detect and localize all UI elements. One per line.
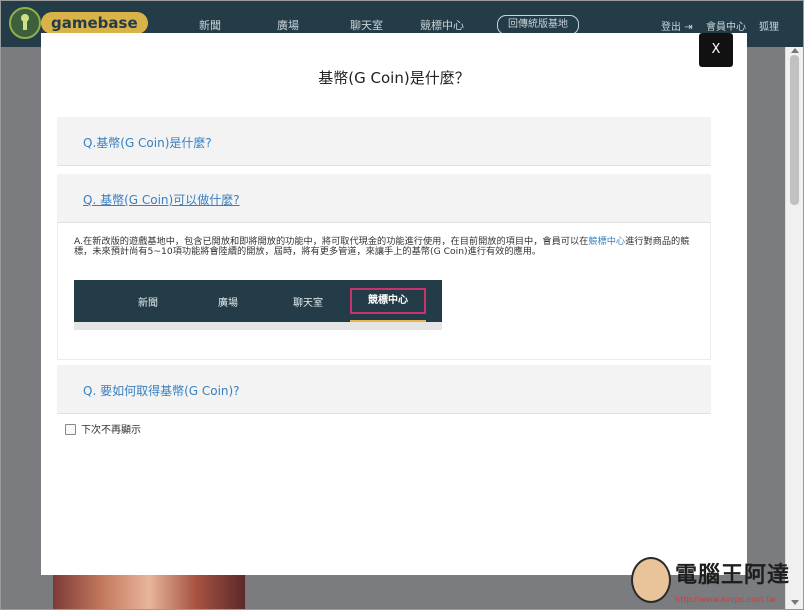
preview-base-strip (74, 322, 442, 330)
watermark: 電腦王阿達 http://www.kocpc.com.tw (629, 553, 801, 609)
logout-icon: ⇥ (684, 22, 693, 33)
scroll-thumb[interactable] (790, 55, 799, 205)
scroll-up-arrow-icon[interactable] (791, 48, 799, 53)
faq-item-what-can-do[interactable]: Q. 基幣(G Coin)可以做什麼? (57, 174, 711, 223)
faq-question[interactable]: Q. 要如何取得基幣(G Coin)? (83, 382, 240, 399)
browser-viewport: gamebase 新聞 廣場 聊天室 競標中心 回傳統版基地 登出 ⇥ 會員中心… (0, 0, 804, 610)
watermark-mascot-icon (631, 557, 671, 603)
member-center-link[interactable]: 會員中心 (706, 18, 746, 33)
close-button[interactable]: X (699, 33, 733, 67)
user-name-link[interactable]: 狐狸 (759, 18, 779, 33)
nav-news[interactable]: 新聞 (199, 17, 221, 33)
classic-site-button[interactable]: 回傳統版基地 (497, 15, 579, 35)
logout-label: 登出 (661, 22, 681, 33)
faq-item-what-is[interactable]: Q.基幣(G Coin)是什麼? (57, 117, 711, 166)
faq-question[interactable]: Q. 基幣(G Coin)可以做什麼? (83, 191, 240, 208)
logo-wordmark[interactable]: gamebase (41, 12, 148, 34)
preview-nav-news: 新聞 (138, 298, 158, 309)
keyhole-icon (21, 14, 29, 30)
preview-nav-square: 廣場 (218, 298, 238, 309)
page-scrollbar[interactable] (785, 47, 803, 609)
nav-auction-center[interactable]: 競標中心 (420, 17, 464, 33)
faq-answer-panel: A.在新改版的遊戲基地中，包含已開放和即將開放的功能中，將可取代現金的功能進行使… (57, 223, 711, 360)
dont-show-again-label[interactable]: 下次不再顯示 (81, 421, 141, 436)
logout-link[interactable]: 登出 ⇥ (661, 18, 693, 33)
background-banner-image (53, 573, 245, 609)
faq-question[interactable]: Q.基幣(G Coin)是什麼? (83, 134, 212, 151)
gamebase-logo-icon[interactable] (9, 7, 41, 39)
auction-center-link[interactable]: 競標中心 (588, 236, 625, 247)
faq-item-how-to-get[interactable]: Q. 要如何取得基幣(G Coin)? (57, 365, 711, 414)
watermark-text: 電腦王阿達 (675, 563, 791, 588)
preview-nav-auction-highlight: 競標中心 (350, 288, 426, 314)
nav-chatroom[interactable]: 聊天室 (350, 17, 383, 33)
nav-preview-image: 新聞 廣場 聊天室 競標中心 (74, 280, 442, 323)
watermark-url: http://www.kocpc.com.tw (675, 595, 776, 604)
faq-answer-text: A.在新改版的遊戲基地中，包含已開放和即將開放的功能中，將可取代現金的功能進行使… (74, 236, 700, 258)
gcoin-faq-modal: 基幣(G Coin)是什麼？ X Q.基幣(G Coin)是什麼? Q. 基幣(… (41, 33, 747, 575)
dont-show-again-checkbox[interactable] (65, 424, 76, 435)
nav-square[interactable]: 廣場 (277, 17, 299, 33)
modal-title: 基幣(G Coin)是什麼？ (318, 69, 470, 87)
preview-nav-chatroom: 聊天室 (293, 298, 323, 309)
